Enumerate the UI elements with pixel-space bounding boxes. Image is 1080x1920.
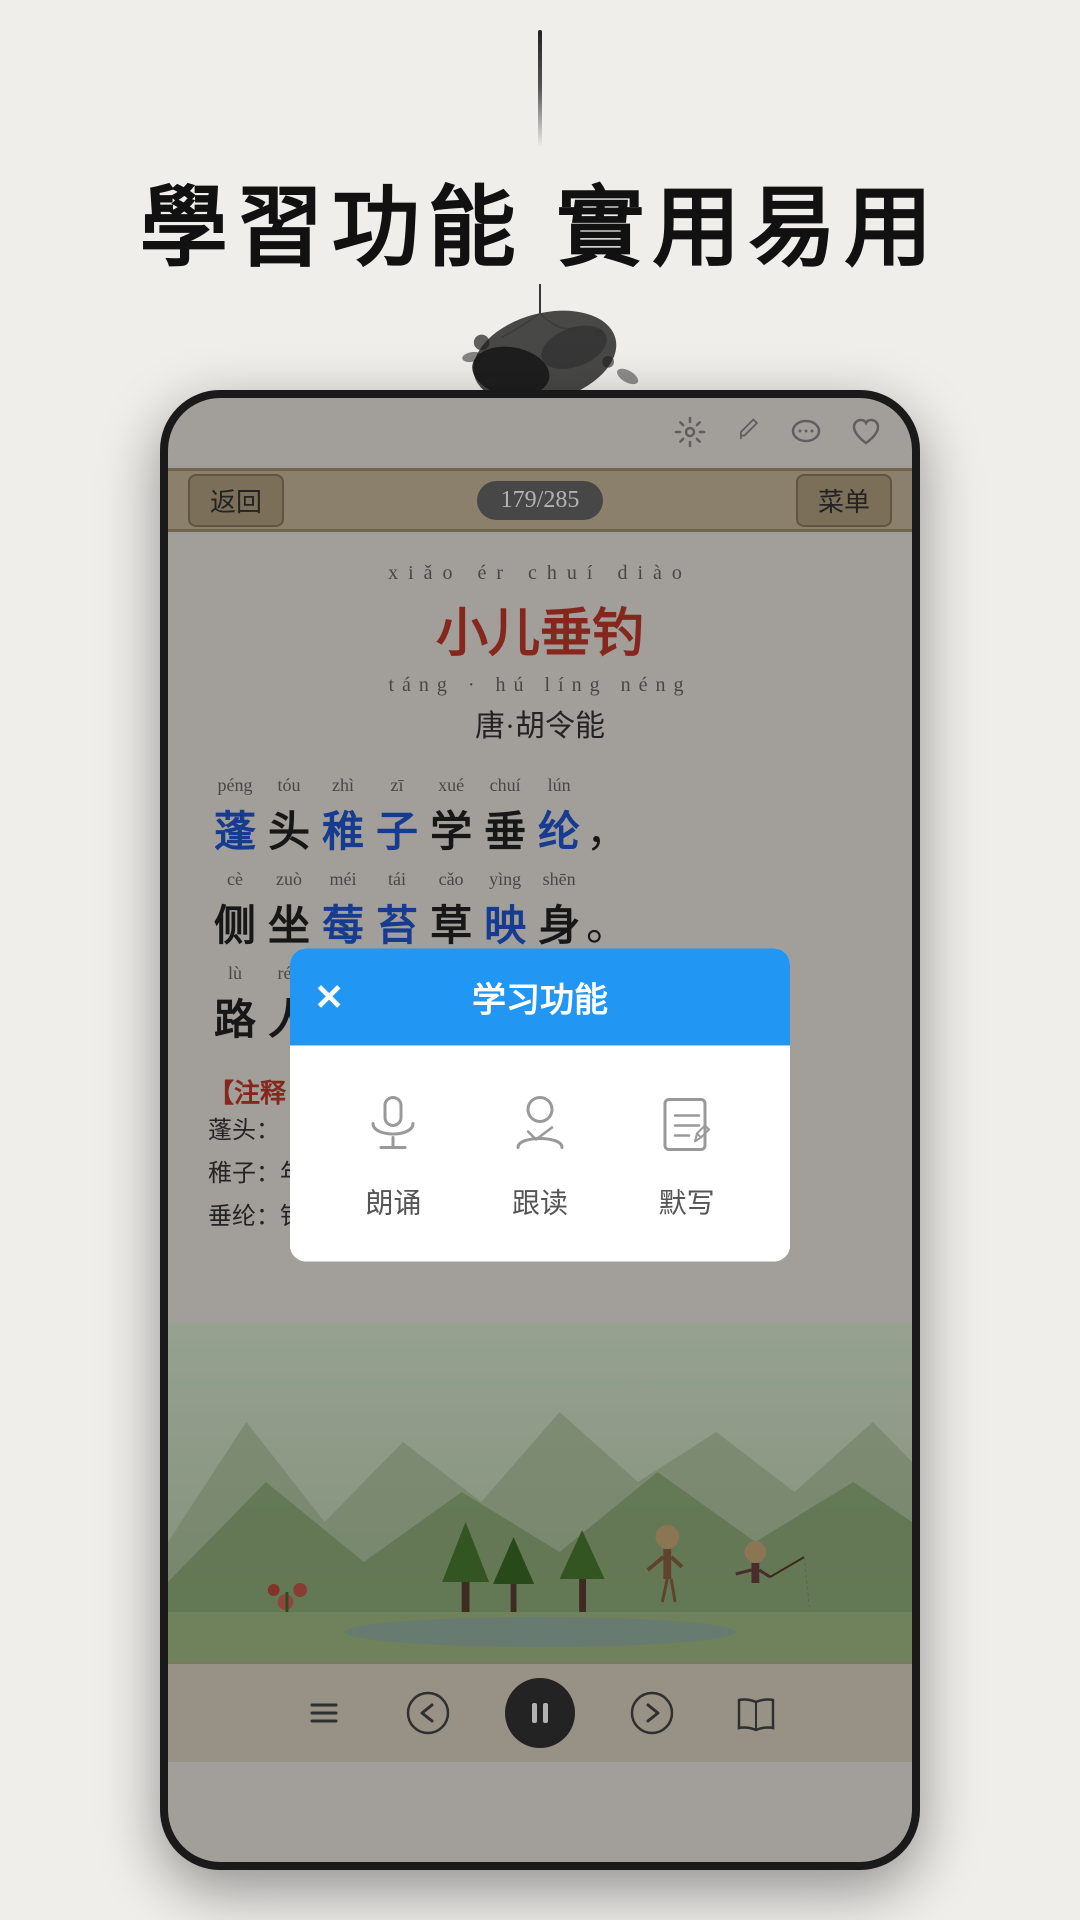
modal-title: 学习功能 <box>320 972 760 1021</box>
dictation-item[interactable]: 默写 <box>647 1085 727 1221</box>
dictation-icon <box>647 1085 727 1165</box>
learning-modal: ✕ 学习功能 朗诵 <box>290 948 790 1261</box>
follow-read-label: 跟读 <box>512 1181 568 1221</box>
ink-drop-top <box>538 30 542 147</box>
top-decoration-area: 學習功能 實用易用 <box>0 0 1080 420</box>
recite-label: 朗诵 <box>365 1181 421 1221</box>
phone-screen: 返回 179/285 菜单 xiǎo ér chuí diào 小儿垂钓 tán… <box>168 398 912 1862</box>
follow-read-icon <box>500 1085 580 1165</box>
follow-read-item[interactable]: 跟读 <box>500 1085 580 1221</box>
recite-icon <box>353 1085 433 1165</box>
phone-mockup: 返回 179/285 菜单 xiǎo ér chuí diào 小儿垂钓 tán… <box>160 390 920 1870</box>
modal-close-button[interactable]: ✕ <box>314 976 344 1018</box>
modal-header: ✕ 学习功能 <box>290 948 790 1045</box>
main-title: 學習功能 實用易用 <box>140 157 940 284</box>
recite-item[interactable]: 朗诵 <box>353 1085 433 1221</box>
modal-body: 朗诵 跟读 <box>290 1045 790 1261</box>
modal-overlay: ✕ 学习功能 朗诵 <box>168 398 912 1862</box>
dictation-label: 默写 <box>659 1181 715 1221</box>
